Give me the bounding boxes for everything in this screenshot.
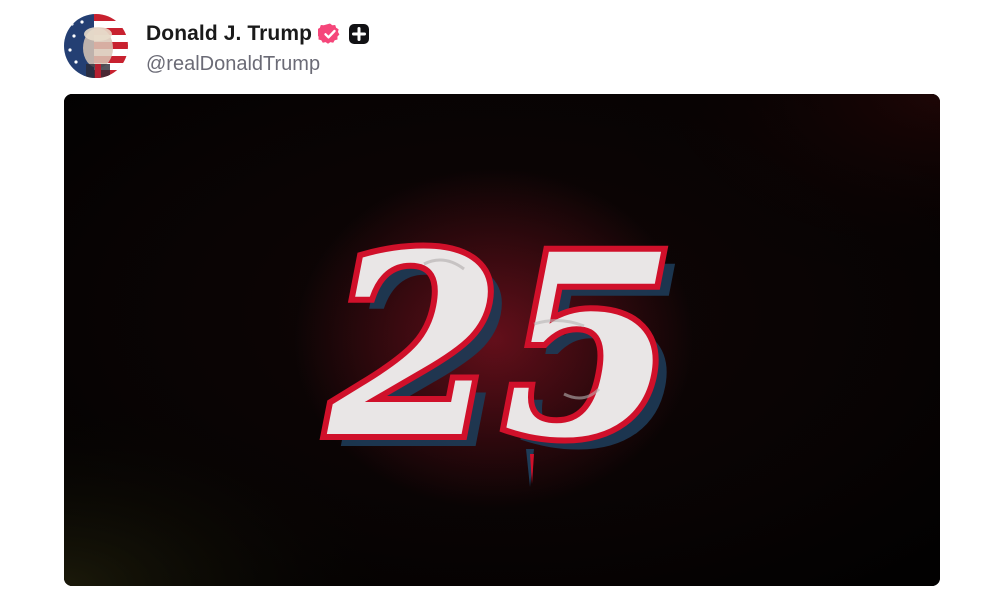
verified-badge-icon [316, 22, 342, 46]
plus-badge-icon [348, 23, 370, 45]
avatar-flag-portrait-icon [64, 14, 128, 78]
avatar[interactable] [64, 14, 128, 78]
post-media-video[interactable]: 25 25 [64, 94, 940, 586]
post-header: Donald J. Trump @realDonaldTrump [64, 14, 370, 78]
truth-post: Donald J. Trump @realDonaldTrump 25 25 [0, 0, 1000, 600]
numeral-25-graphic: 25 25 [320, 193, 690, 505]
media-frame: 25 25 [64, 94, 940, 586]
numeral-main: 25 [326, 199, 676, 493]
author-names: Donald J. Trump @realDonaldTrump [146, 17, 370, 76]
display-name[interactable]: Donald J. Trump [146, 22, 312, 46]
author-handle[interactable]: @realDonaldTrump [146, 53, 370, 76]
name-row: Donald J. Trump [146, 17, 370, 51]
